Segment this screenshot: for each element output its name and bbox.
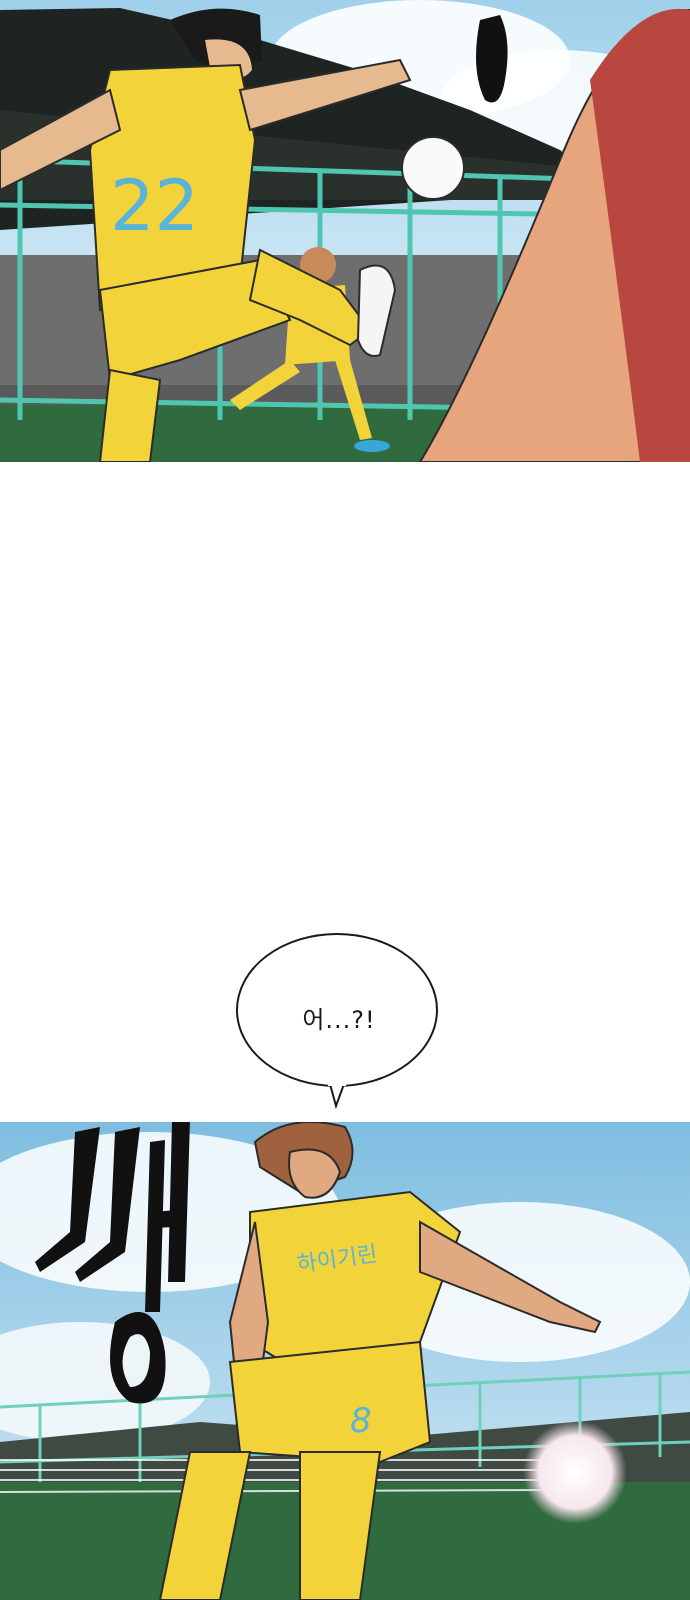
jersey-number-back: 22 [110,165,199,247]
soccer-ball [401,136,465,200]
speech-bubble: 어...?! [234,930,444,1110]
jersey-number-front: 8 [350,1401,372,1441]
comic-panel-top: 22 [0,0,690,462]
panel-top-art: 22 [0,0,690,462]
speech-bubble-text: 어...?! [302,1006,376,1034]
soccer-ball-blurred [523,1420,627,1524]
sfx-stroke [476,15,508,103]
